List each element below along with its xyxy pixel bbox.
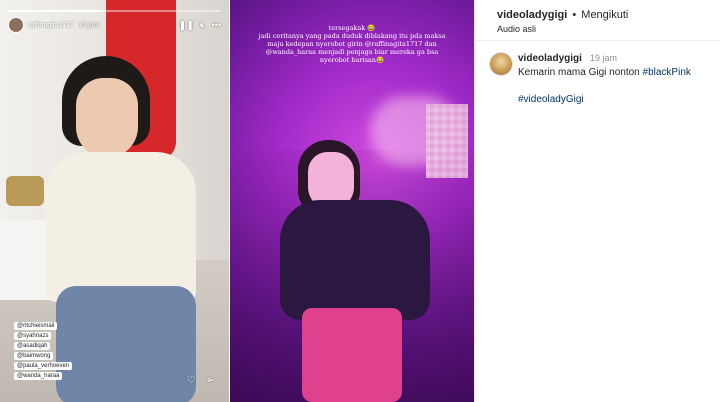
face [76, 78, 138, 158]
video-caption: tersegakak 😂 jadi ceritanya yang pada du… [258, 24, 446, 64]
white-shirt [46, 152, 196, 302]
avatar[interactable] [489, 52, 513, 76]
comment-text-plain: Kemarin mama Gigi nonton [518, 67, 643, 78]
story-panel: raffinagita1717 16 jam ❚❚ 🔇︎ ••• @ritchi… [0, 0, 229, 402]
cooking-pot [6, 176, 44, 206]
caption-line: tersegakak 😂 [328, 24, 376, 32]
pause-icon[interactable]: ❚❚ [179, 20, 194, 31]
caption-line: @wanda_haraa menjadi penjaga biar mereka… [265, 48, 439, 56]
story-actions: ♡ ➢ [187, 375, 214, 386]
mention-tag[interactable]: @wanda_haraa [14, 372, 63, 380]
comment-time: 19 jam [590, 53, 618, 63]
mention-tags: @ritchieismail @syahnazs @asadiqah @baim… [14, 322, 73, 380]
pink-skirt [302, 308, 402, 402]
more-icon[interactable]: ••• [212, 20, 221, 30]
caption-line: nyerobot barisan😂 [319, 56, 385, 64]
post-header: videoladygigi • Mengikuti Audio asli [475, 0, 720, 41]
hashtag-link[interactable]: #blackPink [643, 67, 691, 78]
post-details: videoladygigi • Mengikuti Audio asli vid… [474, 0, 720, 402]
story-header: raffinagita1717 16 jam ❚❚ 🔇︎ ••• [8, 16, 221, 34]
account-name[interactable]: videoladygigi [497, 9, 567, 21]
story-avatar[interactable] [8, 17, 24, 33]
comment-author[interactable]: videoladygigi [518, 53, 582, 64]
account-line: videoladygigi • Mengikuti [497, 9, 628, 21]
heart-icon[interactable]: ♡ [187, 375, 196, 386]
caption-line: maju kedepan nyerobot girin @raffinagita… [267, 40, 437, 48]
story-username[interactable]: raffinagita1717 [28, 22, 74, 29]
mention-tag[interactable]: @baimwong [14, 352, 54, 360]
blurred-face [426, 104, 468, 178]
story-progress-bar [8, 10, 221, 12]
mention-tag[interactable]: @syahnazs [14, 332, 52, 340]
dark-top [280, 200, 430, 320]
video-person [280, 130, 430, 402]
mention-tag[interactable]: @asadiqah [14, 342, 51, 350]
audio-link[interactable]: Audio asli [497, 24, 536, 34]
video-panel[interactable]: tersegakak 😂 jadi ceritanya yang pada du… [230, 0, 474, 402]
comment-text: Kemarin mama Gigi nonton #blackPink [518, 67, 691, 78]
caption-line: jadi ceritanya yang pada duduk diblakang… [258, 32, 446, 40]
story-progress-fill [8, 10, 104, 12]
hashtag-link[interactable]: #videoladyGigi [518, 94, 584, 105]
mention-tag[interactable]: @paula_verhoeven [14, 362, 73, 370]
mention-tag[interactable]: @ritchieismail [14, 322, 58, 330]
follow-status[interactable]: Mengikuti [581, 9, 628, 21]
speaker-icon[interactable]: 🔇︎ [200, 20, 206, 31]
story-time: 16 jam [78, 21, 100, 29]
story-controls: ❚❚ 🔇︎ ••• [179, 20, 221, 31]
jeans [56, 286, 196, 402]
send-icon[interactable]: ➢ [206, 375, 214, 386]
separator-dot: • [572, 9, 577, 21]
